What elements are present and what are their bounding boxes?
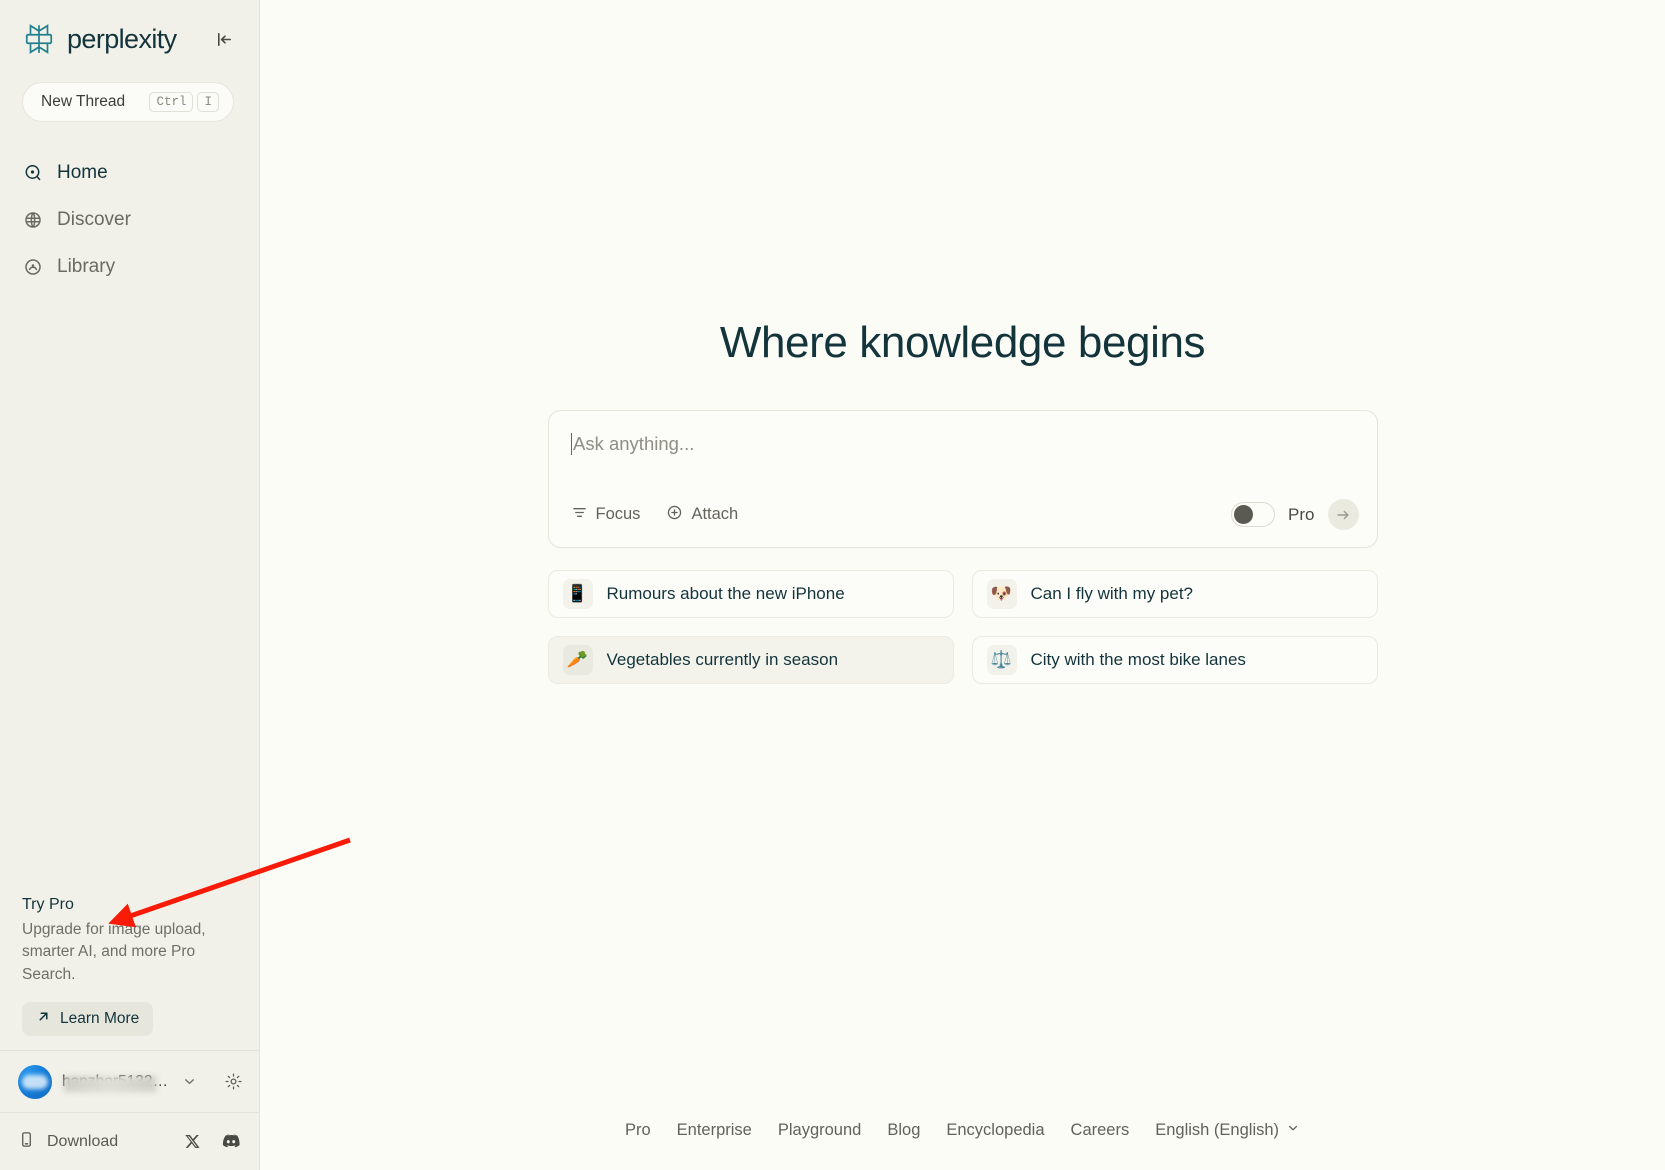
pro-toggle-knob xyxy=(1234,505,1254,524)
suggestion-label: Vegetables currently in season xyxy=(606,650,839,669)
brand-row: perplexity xyxy=(22,22,237,56)
focus-label: Focus xyxy=(595,505,641,523)
suggestion-emoji-icon: 📱 xyxy=(562,579,593,609)
footer-link-careers[interactable]: Careers xyxy=(1071,1121,1130,1140)
try-pro-panel: Try Pro Upgrade for image upload, smarte… xyxy=(0,896,259,1050)
sidebar-item-discover-label: Discover xyxy=(57,209,131,230)
suggestion-list: 📱 Rumours about the new iPhone 🐶 Can I f… xyxy=(547,570,1378,684)
text-cursor xyxy=(570,433,572,455)
footer-link-enterprise[interactable]: Enterprise xyxy=(677,1121,752,1140)
suggestion-emoji-icon: 🐶 xyxy=(986,579,1017,609)
sidebar: perplexity New Thread Ctrl I Home Discov… xyxy=(0,0,260,1170)
brand: perplexity xyxy=(22,22,177,56)
list-item[interactable]: ⚖️ City with the most bike lanes xyxy=(971,636,1378,684)
phone-icon xyxy=(18,1131,35,1153)
shortcut-key-ctrl: Ctrl xyxy=(149,91,194,113)
username-label: hanzhor5132… xyxy=(62,1073,168,1092)
download-row: Download xyxy=(0,1112,259,1170)
gear-icon[interactable] xyxy=(224,1072,243,1091)
suggestion-label: Rumours about the new iPhone xyxy=(606,584,845,603)
collapse-sidebar-icon[interactable] xyxy=(211,26,237,52)
chevron-down-icon[interactable] xyxy=(182,1074,197,1089)
sidebar-top: perplexity New Thread Ctrl I xyxy=(0,0,259,122)
try-pro-description: Upgrade for image upload, smarter AI, an… xyxy=(22,920,206,983)
ask-box: Ask anything... Focus Attach Pro xyxy=(547,410,1378,548)
language-label: English (English) xyxy=(1155,1121,1280,1139)
suggestion-emoji-icon: ⚖️ xyxy=(986,645,1017,675)
sidebar-nav: Home Discover Library xyxy=(0,152,259,288)
chevron-down-icon xyxy=(1286,1121,1300,1140)
user-profile-row[interactable]: hanzhor5132… xyxy=(0,1050,259,1112)
submit-button[interactable] xyxy=(1327,499,1359,530)
page-title: Where knowledge begins xyxy=(719,318,1206,367)
download-label: Download xyxy=(47,1132,119,1150)
footer-link-blog[interactable]: Blog xyxy=(887,1121,920,1140)
suggestion-label: City with the most bike lanes xyxy=(1030,650,1246,669)
sidebar-item-home[interactable]: Home xyxy=(22,152,237,194)
sidebar-item-home-label: Home xyxy=(57,162,108,183)
brand-name: perplexity xyxy=(67,23,177,54)
language-selector[interactable]: English (English) xyxy=(1155,1121,1300,1140)
search-placeholder: Ask anything... xyxy=(573,433,695,454)
pro-toggle[interactable] xyxy=(1231,502,1276,527)
sidebar-item-library[interactable]: Library xyxy=(22,246,237,288)
perplexity-logo-icon xyxy=(22,22,56,56)
sidebar-item-library-label: Library xyxy=(57,256,116,277)
discover-globe-icon xyxy=(22,209,44,231)
arrow-up-right-icon xyxy=(36,1009,51,1029)
ask-toolbar: Focus Attach Pro xyxy=(549,483,1377,547)
perplexity-app: perplexity New Thread Ctrl I Home Discov… xyxy=(0,0,1665,1170)
shortcut-key-i: I xyxy=(197,91,219,113)
discord-icon[interactable] xyxy=(221,1132,241,1152)
list-item[interactable]: 📱 Rumours about the new iPhone xyxy=(547,570,954,618)
list-item[interactable]: 🥕 Vegetables currently in season xyxy=(547,636,954,684)
x-twitter-icon[interactable] xyxy=(183,1133,201,1151)
new-thread-button[interactable]: New Thread Ctrl I xyxy=(22,82,234,122)
sidebar-item-discover[interactable]: Discover xyxy=(22,199,237,241)
avatar xyxy=(18,1064,52,1099)
new-thread-label: New Thread xyxy=(41,93,126,110)
focus-button[interactable]: Focus xyxy=(571,504,641,526)
username-redaction xyxy=(64,1075,156,1092)
learn-more-label: Learn More xyxy=(60,1010,140,1027)
attach-button[interactable]: Attach xyxy=(666,504,738,526)
ask-right-controls: Pro xyxy=(1231,499,1359,530)
focus-filter-icon xyxy=(571,504,588,526)
footer-link-encyclopedia[interactable]: Encyclopedia xyxy=(946,1121,1044,1140)
footer-link-playground[interactable]: Playground xyxy=(778,1121,861,1140)
social-links xyxy=(183,1132,241,1152)
plus-circle-icon xyxy=(666,504,683,526)
search-input[interactable]: Ask anything... xyxy=(549,411,1377,455)
learn-more-button[interactable]: Learn More xyxy=(22,1002,154,1036)
pro-label: Pro xyxy=(1288,504,1315,524)
list-item[interactable]: 🐶 Can I fly with my pet? xyxy=(971,570,1378,618)
try-pro-title: Try Pro xyxy=(22,895,74,913)
main-content: Where knowledge begins Ask anything... F… xyxy=(260,0,1665,1170)
download-button[interactable]: Download xyxy=(18,1131,118,1153)
footer: Pro Enterprise Playground Blog Encyclope… xyxy=(260,1121,1665,1140)
library-icon xyxy=(22,256,44,278)
suggestion-label: Can I fly with my pet? xyxy=(1030,584,1194,603)
footer-link-pro[interactable]: Pro xyxy=(625,1121,651,1140)
attach-label: Attach xyxy=(691,505,739,523)
suggestion-emoji-icon: 🥕 xyxy=(562,645,593,675)
new-thread-shortcut: Ctrl I xyxy=(149,91,219,113)
home-target-icon xyxy=(22,162,44,184)
